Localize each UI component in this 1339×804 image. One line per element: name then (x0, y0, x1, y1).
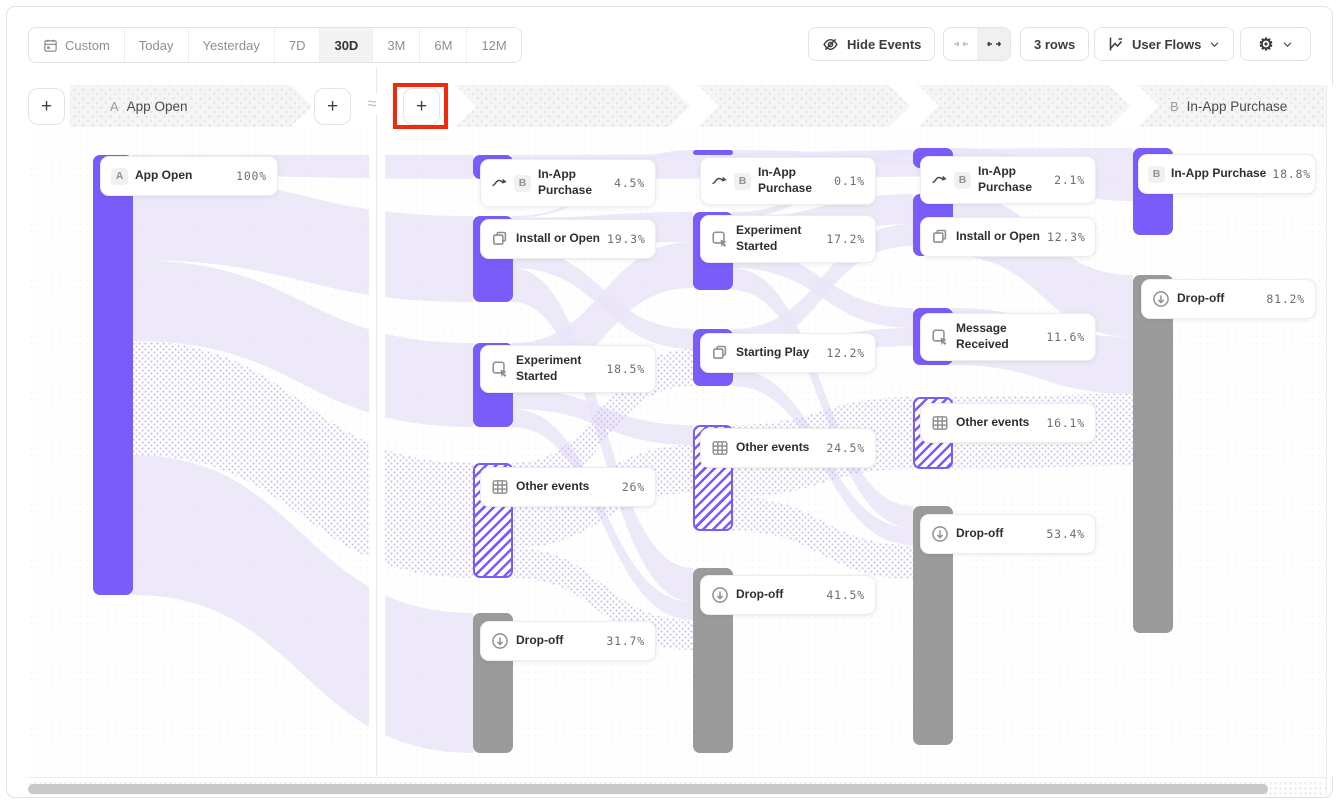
flow-node-card[interactable]: B In-App Purchase 4.5% (480, 159, 656, 207)
flow-node-card[interactable]: Experiment Started 18.5% (480, 345, 656, 393)
node-label: Drop-off (956, 526, 1039, 542)
flow-node-card[interactable]: Other events 16.1% (920, 403, 1096, 443)
node-value: 2.1% (1054, 173, 1085, 187)
cursor-click-icon (931, 328, 949, 346)
flow-node-card[interactable]: A App Open 100% (100, 156, 278, 196)
node-value: 16.1% (1046, 416, 1085, 430)
node-label: Drop-off (516, 633, 599, 649)
node-label: In-App Purchase (1171, 166, 1266, 182)
column-divider-line (376, 68, 377, 776)
node-value: 41.5% (826, 588, 865, 602)
node-value: 12.2% (826, 346, 865, 360)
node-value: 24.5% (826, 441, 865, 455)
user-flows-report: Custom Today Yesterday 7D 30D 3M 6M 12M … (0, 0, 1339, 804)
right-edge-mask (1327, 85, 1333, 777)
approx-symbol: ≈ (360, 94, 384, 114)
node-label: Install or Open (516, 231, 600, 247)
flow-node-card[interactable]: Install or Open 12.3% (920, 217, 1096, 257)
add-step-middle-button[interactable]: + (403, 88, 440, 125)
node-value: 53.4% (1046, 527, 1085, 541)
grid-icon (931, 414, 949, 432)
node-value: 18.5% (606, 362, 645, 376)
node-label: Experiment Started (516, 353, 599, 384)
trend-arrow-icon (491, 175, 507, 191)
node-value: 31.7% (606, 634, 645, 648)
node-label: In-App Purchase (978, 164, 1047, 195)
node-value: 19.3% (607, 232, 646, 246)
node-value: 12.3% (1047, 230, 1086, 244)
node-label: Experiment Started (736, 223, 819, 254)
node-label: Other events (736, 440, 819, 456)
node-label: Drop-off (1177, 291, 1259, 307)
node-value: 4.5% (614, 176, 645, 190)
step-badge: A (111, 168, 128, 185)
trend-arrow-icon (711, 173, 727, 189)
cursor-click-icon (711, 230, 729, 248)
flow-node-card[interactable]: B In-App Purchase 2.1% (920, 156, 1096, 204)
flow-node-card[interactable]: Other events 24.5% (700, 428, 876, 468)
arrow-down-circle-icon (711, 586, 729, 604)
horizontal-scrollbar-thumb[interactable] (28, 784, 1268, 794)
flow-node-card[interactable]: Other events 26% (480, 467, 656, 507)
node-label: Starting Play (736, 345, 819, 361)
canvas-bottom-border (28, 777, 1326, 778)
node-label: Install or Open (956, 229, 1040, 245)
flow-node-card[interactable]: Drop-off 31.7% (480, 621, 656, 661)
node-value: 17.2% (826, 232, 865, 246)
flow-node-card[interactable]: Drop-off 53.4% (920, 514, 1096, 554)
node-label: Other events (956, 415, 1039, 431)
flow-node-card[interactable]: Install or Open 19.3% (480, 219, 656, 259)
trend-arrow-icon (931, 172, 947, 188)
overlapping-squares-icon (711, 344, 729, 362)
grid-icon (711, 439, 729, 457)
flow-node-card[interactable]: B In-App Purchase 18.8% (1138, 154, 1316, 194)
node-value: 0.1% (834, 174, 865, 188)
flow-node-card[interactable]: B In-App Purchase 0.1% (700, 157, 876, 205)
arrow-down-circle-icon (931, 525, 949, 543)
overlapping-squares-icon (931, 228, 949, 246)
flow-node-card[interactable]: Drop-off 41.5% (700, 575, 876, 615)
arrow-down-circle-icon (1152, 290, 1170, 308)
step-badge: B (514, 175, 531, 192)
flow-node-card[interactable]: Starting Play 12.2% (700, 333, 876, 373)
overlapping-squares-icon (491, 230, 509, 248)
flow-node-card[interactable]: Experiment Started 17.2% (700, 215, 876, 263)
column-divider-mask (369, 68, 385, 776)
node-value: 18.8% (1272, 167, 1311, 181)
node-label: In-App Purchase (758, 165, 827, 196)
node-label: Message Received (956, 321, 1039, 352)
node-value: 26% (622, 480, 645, 494)
flow-bar-inapp-purchase[interactable] (693, 150, 733, 155)
step-badge: B (1148, 166, 1165, 183)
flow-node-card[interactable]: Message Received 11.6% (920, 313, 1096, 361)
arrow-down-circle-icon (491, 632, 509, 650)
node-label: Other events (516, 479, 615, 495)
node-label: In-App Purchase (538, 167, 607, 198)
node-label: App Open (135, 168, 229, 184)
step-badge: B (954, 172, 971, 189)
node-label: Drop-off (736, 587, 819, 603)
node-value: 100% (236, 169, 267, 183)
flow-bar-app-open[interactable] (93, 155, 133, 595)
cursor-click-icon (491, 360, 509, 378)
node-value: 11.6% (1046, 330, 1085, 344)
flow-bar-drop-off[interactable] (1133, 275, 1173, 633)
grid-icon (491, 478, 509, 496)
node-value: 81.2% (1266, 292, 1305, 306)
step-badge: B (734, 173, 751, 190)
flow-node-card[interactable]: Drop-off 81.2% (1141, 279, 1316, 319)
